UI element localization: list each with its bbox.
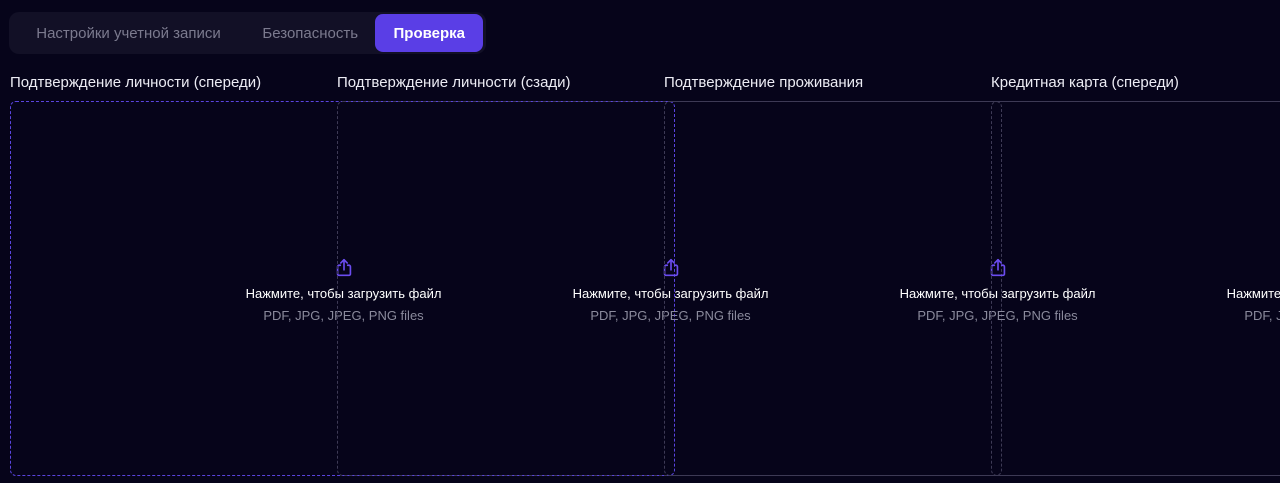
- upload-cta: Нажмите, чтобы загрузить файл: [1226, 286, 1280, 301]
- upload-title: Подтверждение личности (сзади): [337, 74, 571, 91]
- upload-title: Подтверждение личности (спереди): [10, 74, 262, 91]
- upload-title: Подтверждение проживания: [664, 74, 864, 91]
- upload-credit-card-front: Кредитная карта (спереди) Нажмите, чтобы…: [991, 72, 1280, 483]
- tab-verification[interactable]: Проверка: [375, 14, 484, 52]
- verification-page: Настройки учетной записи Безопасность Пр…: [0, 0, 1280, 483]
- upload-formats: PDF, JPG, JPEG, PNG files: [1244, 308, 1280, 323]
- settings-tabs: Настройки учетной записи Безопасность Пр…: [9, 12, 486, 54]
- tab-account-settings[interactable]: Настройки учетной записи: [12, 14, 245, 52]
- dropzone-credit-card-front[interactable]: Нажмите, чтобы загрузить файл PDF, JPG, …: [991, 101, 1280, 476]
- upload-title: Кредитная карта (спереди): [991, 74, 1179, 91]
- tab-security[interactable]: Безопасность: [245, 14, 375, 52]
